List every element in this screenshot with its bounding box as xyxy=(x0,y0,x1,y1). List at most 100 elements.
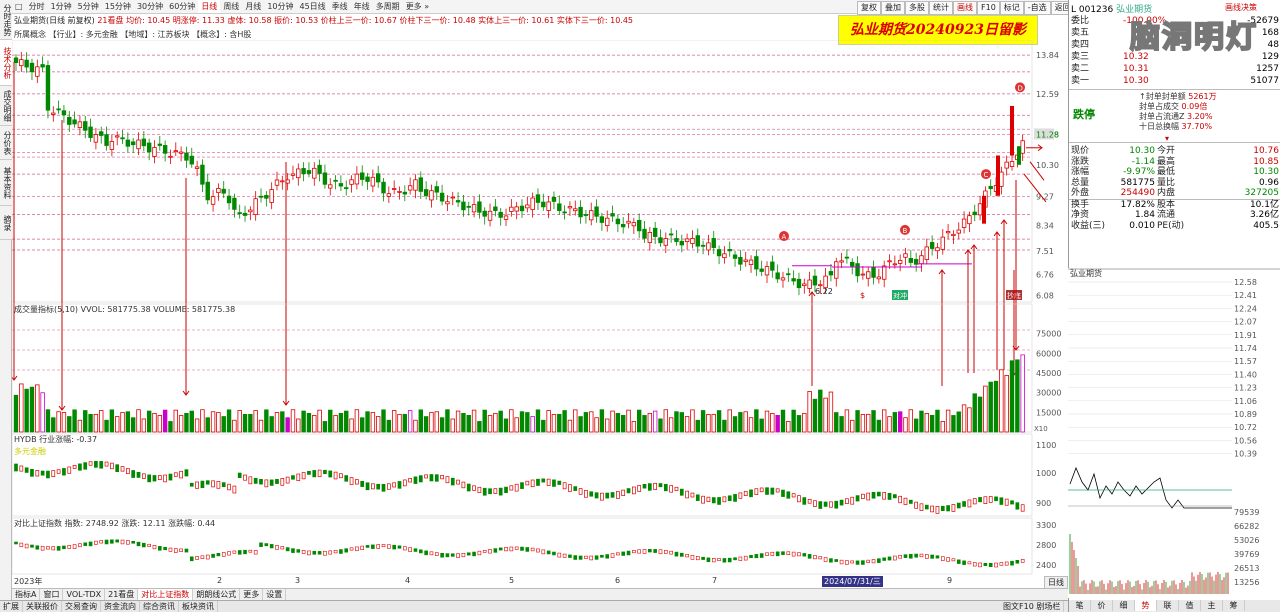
toolbar-button-7[interactable]: -自选 xyxy=(1023,1,1051,15)
app-window: 分时走势 技术分析 成交明细 分价表 基本资料 摘录 □ 分时 1分钟 5分钟 15分钟 30分钟 6… xyxy=(0,0,1280,612)
period-tab-4[interactable]: 15分钟 xyxy=(102,0,134,13)
period-tab-14[interactable]: 多周期 xyxy=(373,0,403,13)
volume-bar xyxy=(562,410,567,433)
industry-candle xyxy=(642,484,647,489)
function-tab-3[interactable]: 资金流向 xyxy=(101,601,140,612)
period-tab-7[interactable]: 日线 xyxy=(198,0,221,13)
industry-candle xyxy=(653,482,658,490)
indicator-label[interactable]: 21看盘 xyxy=(97,16,123,25)
quote-tab-1[interactable]: 价 xyxy=(1091,600,1113,611)
marker-d-label: D xyxy=(1018,84,1023,92)
function-tab-2[interactable]: 交易查询 xyxy=(62,601,101,612)
industry-axis-label: 1100 xyxy=(1036,441,1056,450)
left-tab-0[interactable]: 分时走势 xyxy=(0,0,12,40)
seal-label: ↑封单封单额 xyxy=(1139,92,1189,101)
period-tab-2[interactable]: 1分钟 xyxy=(48,0,75,13)
function-tab-4[interactable]: 综合资讯 xyxy=(140,601,179,612)
period-tab-5[interactable]: 30分钟 xyxy=(134,0,166,13)
quote-tab-2[interactable]: 细 xyxy=(1113,600,1135,611)
indicator-tab-7[interactable]: 设置 xyxy=(263,589,287,600)
candle-body xyxy=(711,238,716,248)
index-candle xyxy=(914,553,918,558)
index-candle xyxy=(1020,559,1025,563)
toolbar-button-2[interactable]: 多股 xyxy=(905,1,929,15)
toolbar-button-1[interactable]: 叠加 xyxy=(881,1,905,15)
indicator-tab-4[interactable]: 对比上证指数 xyxy=(138,589,194,600)
industry-candle xyxy=(546,478,551,486)
index-candle xyxy=(349,547,354,551)
candle-body xyxy=(722,253,727,259)
toolbar-button-0[interactable]: 复权 xyxy=(857,1,881,15)
panel-tag[interactable]: 画线决策 xyxy=(1225,2,1257,13)
period-tab-0[interactable]: □ xyxy=(12,0,26,13)
period-tab-11[interactable]: 45日线 xyxy=(297,0,329,13)
toolbar-button-5[interactable]: F10 xyxy=(977,1,1000,15)
volume-bar xyxy=(194,418,200,433)
status-right-item-0[interactable]: 图文F10 xyxy=(1003,602,1036,611)
indicator-tab-1[interactable]: 窗口 xyxy=(40,589,64,600)
period-tab-9[interactable]: 月线 xyxy=(242,0,264,13)
left-tab-2[interactable]: 成交明细 xyxy=(0,86,12,126)
period-tab-10[interactable]: 10分钟 xyxy=(264,0,296,13)
period-tab-15[interactable]: 更多 » xyxy=(403,0,432,13)
candle-body xyxy=(796,278,802,289)
indicator-tab-5[interactable]: 朗朗线公式 xyxy=(193,589,241,600)
left-tab-3[interactable]: 分价表 xyxy=(0,126,12,160)
price-axis-label: 7.51 xyxy=(1036,247,1054,256)
period-control-item-0[interactable]: 日线 xyxy=(1045,577,1067,588)
industry-candle xyxy=(946,505,950,512)
quote-tab-0[interactable]: 笔 xyxy=(1069,600,1091,611)
status-right[interactable]: 图文F10 剧场栏 xyxy=(1000,601,1065,612)
function-tab-1[interactable]: 关联报价 xyxy=(23,601,62,612)
industry-candle xyxy=(285,476,290,484)
volume-axis-label: 30000 xyxy=(1036,389,1061,398)
quote-tab-7[interactable]: 筹 xyxy=(1223,600,1245,611)
function-tab-0[interactable]: 扩展 xyxy=(0,601,23,612)
index-candle xyxy=(866,559,871,563)
indicator-tab-2[interactable]: VOL-TDX xyxy=(63,589,106,600)
industry-candle xyxy=(472,485,476,491)
index-candle xyxy=(179,548,183,553)
volume-bar xyxy=(237,410,242,433)
function-tab-5[interactable]: 板块资讯 xyxy=(179,601,218,612)
period-tab-8[interactable]: 周线 xyxy=(220,0,242,13)
toolbar-button-3[interactable]: 统计 xyxy=(929,1,953,15)
quote-tab-4[interactable]: 联 xyxy=(1157,600,1179,611)
candle-body xyxy=(695,235,700,247)
kline-chart[interactable]: 13.8412.5911.2810.309.278.347.516.766.08… xyxy=(12,40,1068,584)
left-tab-4[interactable]: 基本资料 xyxy=(0,160,12,206)
toolbar-button-6[interactable]: 标记 xyxy=(999,1,1024,15)
toolbar-button-4[interactable]: 画线 xyxy=(953,1,977,15)
industry-candle xyxy=(552,479,556,487)
left-tab-1[interactable]: 技术分析 xyxy=(0,40,12,86)
volume-bar xyxy=(99,410,104,433)
index-candle xyxy=(589,555,594,561)
indicator-tab-0[interactable]: 指标A xyxy=(12,589,41,600)
industry-candle xyxy=(110,462,114,470)
period-tab-12[interactable]: 季线 xyxy=(329,0,351,13)
left-tab-5[interactable]: 摘录 xyxy=(0,206,12,240)
stat-label: 总量 xyxy=(1071,177,1090,188)
index-candle xyxy=(24,543,29,549)
period-tab-6[interactable]: 60分钟 xyxy=(166,0,198,13)
quote-tab-5[interactable]: 值 xyxy=(1179,600,1201,611)
volume-bar xyxy=(226,409,232,433)
volume-bar xyxy=(157,415,163,433)
intraday-mini-chart[interactable]: 弘业期货12.5812.4112.2412.0711.9111.7411.571… xyxy=(1068,268,1280,598)
index-candle xyxy=(786,551,791,556)
volume-bar xyxy=(913,418,919,433)
quote-tab-6[interactable]: 主 xyxy=(1201,600,1223,611)
status-right-item-1[interactable]: 剧场栏 xyxy=(1036,602,1060,611)
period-tab-3[interactable]: 5分钟 xyxy=(75,0,102,13)
quote-tab-3[interactable]: 势 xyxy=(1135,600,1157,611)
indicator-tab-3[interactable]: 21看盘 xyxy=(105,589,139,600)
index-candle xyxy=(988,562,993,567)
indicator-tab-6[interactable]: 更多 xyxy=(240,589,264,600)
volume-bar xyxy=(903,417,908,433)
mini-axis-label: 11.74 xyxy=(1234,344,1257,353)
volume-bar xyxy=(567,419,573,433)
period-tab-13[interactable]: 年线 xyxy=(351,0,373,13)
ask-3-price: 10.31 xyxy=(1123,64,1149,74)
period-tab-1[interactable]: 分时 xyxy=(26,0,48,13)
volume-bar xyxy=(887,416,892,433)
